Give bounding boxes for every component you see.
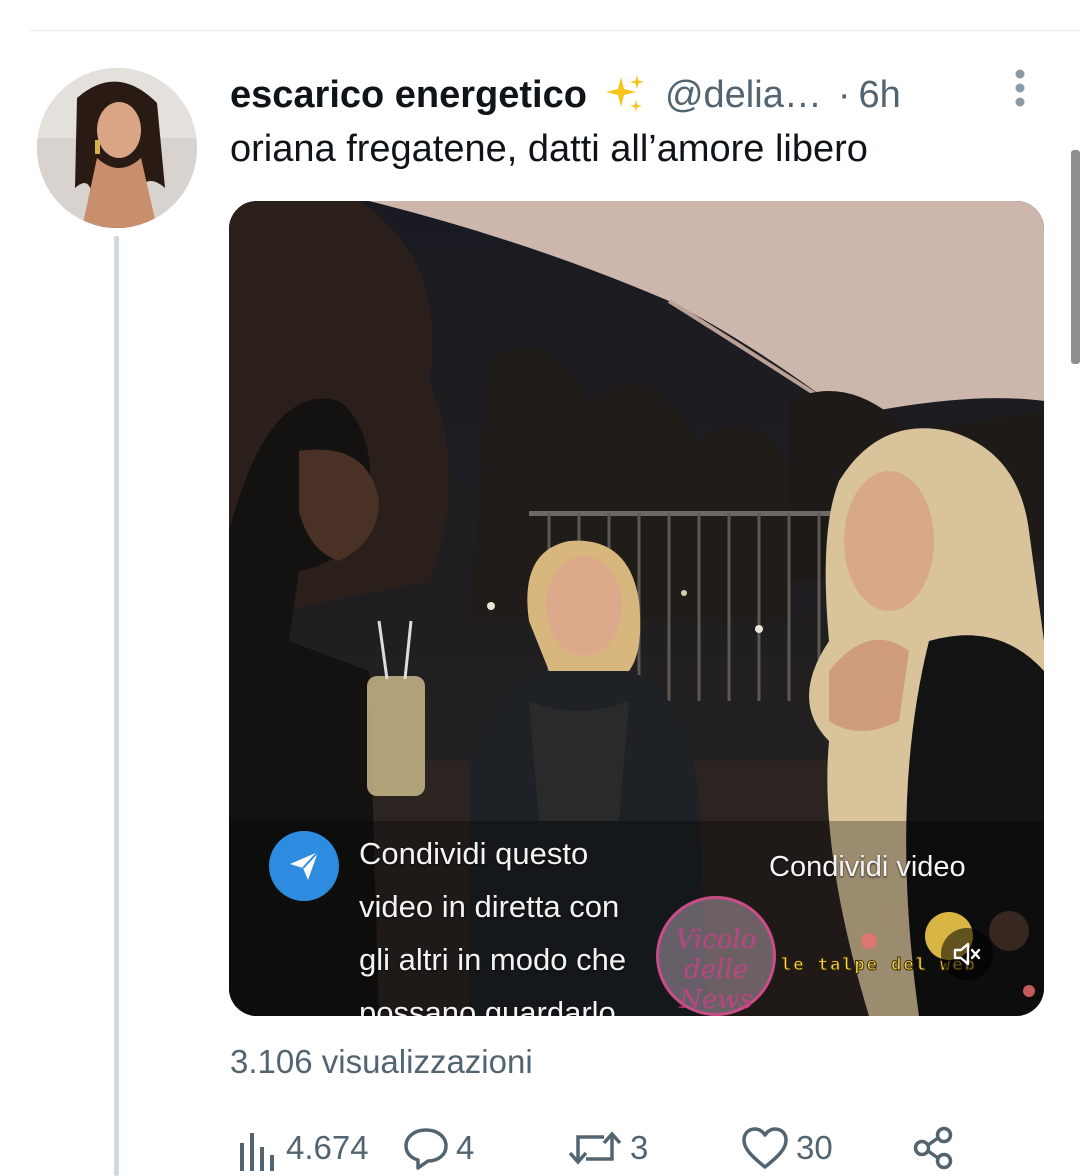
retweet-count: 3 xyxy=(630,1129,649,1166)
reply-count: 4 xyxy=(456,1129,475,1166)
analytics-button[interactable]: 4.674 xyxy=(230,1120,369,1176)
share-caption: Condividi questo video in diretta con gl… xyxy=(359,827,679,1016)
like-count: 30 xyxy=(796,1129,833,1166)
avatar-image xyxy=(37,68,197,228)
tweet-header: escarico energetico @delia… · 6h xyxy=(230,68,901,122)
share-video-label: Condividi video xyxy=(769,851,966,883)
separator-dot: · xyxy=(837,73,851,116)
share-icon xyxy=(913,1126,953,1170)
share-live-icon xyxy=(269,831,339,901)
analytics-count: 4.674 xyxy=(286,1129,369,1166)
avatar[interactable] xyxy=(37,68,197,228)
share-button[interactable] xyxy=(910,1120,956,1176)
retweet-icon xyxy=(568,1131,622,1165)
like-button[interactable]: 30 xyxy=(740,1120,833,1176)
stamp-watermark: Vicolo delle News xyxy=(656,896,776,1016)
thread-line xyxy=(114,236,119,1176)
share-caption-line: possano guardarlo xyxy=(359,995,616,1016)
action-bar: 4.674 4 3 30 xyxy=(230,1120,990,1176)
reply-button[interactable]: 4 xyxy=(402,1120,474,1176)
display-name[interactable]: escarico energetico xyxy=(230,74,587,117)
retweet-button[interactable]: 3 xyxy=(566,1120,648,1176)
volume-muted-icon xyxy=(953,942,981,966)
tweet-text: oriana fregatene, datti all’amore libero xyxy=(230,128,868,170)
mute-button[interactable] xyxy=(941,928,993,980)
heart-icon xyxy=(742,1127,788,1169)
view-count: 3.106 visualizzazioni xyxy=(230,1043,533,1080)
stamp-watermark-text: Vicolo delle News xyxy=(675,925,757,1015)
analytics-icon xyxy=(240,1133,274,1171)
more-options-icon[interactable] xyxy=(1008,68,1032,112)
share-caption-line: video in diretta con xyxy=(359,889,620,924)
share-caption-line: gli altri in modo che xyxy=(359,942,627,977)
reply-icon xyxy=(404,1128,448,1170)
sparkles-icon xyxy=(605,75,644,112)
timestamp[interactable]: 6h xyxy=(859,74,901,117)
video-player[interactable]: Condividi questo video in diretta con gl… xyxy=(229,201,1044,1016)
share-caption-line: Condividi questo xyxy=(359,836,589,871)
scrollbar[interactable] xyxy=(1071,150,1080,364)
top-divider xyxy=(30,30,1080,31)
user-handle[interactable]: @delia… xyxy=(665,74,822,117)
